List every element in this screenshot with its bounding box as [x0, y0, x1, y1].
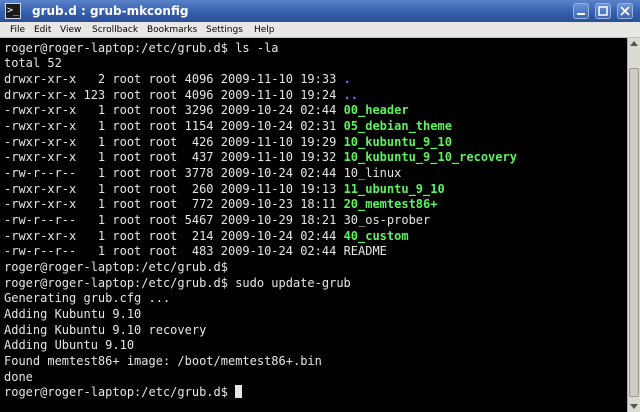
listing-filename: 20_memtest86+	[343, 197, 438, 211]
konsole-window: >_ grub.d : grub-mkconfig File Edit View…	[0, 0, 640, 412]
listing-meta: -rw-r--r-- 1 root root 483 2009-10-24 02…	[4, 244, 344, 258]
listing-filename: 10_kubuntu_9_10	[343, 135, 452, 149]
output-line: done	[4, 370, 33, 384]
output-line: Adding Ubuntu 9.10	[4, 338, 135, 352]
close-icon	[620, 6, 630, 16]
listing-meta: -rwxr-xr-x 1 root root 437 2009-11-10 19…	[4, 150, 344, 164]
scroll-up-arrow-icon[interactable]	[628, 38, 640, 50]
output-line: Generating grub.cfg ...	[4, 291, 171, 305]
minimize-icon	[577, 13, 585, 15]
terminal-output[interactable]: roger@roger-laptop:/etc/grub.d$ ls -la t…	[0, 38, 627, 412]
listing-meta: -rwxr-xr-x 1 root root 260 2009-11-10 19…	[4, 182, 344, 196]
menu-edit[interactable]: Edit	[34, 22, 51, 38]
listing-meta: drwxr-xr-x 123 root root 4096 2009-11-10…	[4, 88, 344, 102]
listing-meta: -rwxr-xr-x 1 root root 214 2009-10-24 02…	[4, 229, 344, 243]
output-line: Adding Kubuntu 9.10	[4, 307, 142, 321]
listing-row: -rw-r--r-- 1 root root 3778 2009-10-24 0…	[4, 165, 401, 181]
listing-row: -rwxr-xr-x 1 root root 260 2009-11-10 19…	[4, 181, 445, 197]
listing-row: drwxr-xr-x 123 root root 4096 2009-11-10…	[4, 87, 358, 103]
scroll-track[interactable]	[629, 51, 639, 397]
output-line: Found memtest86+ image: /boot/memtest86+…	[4, 354, 322, 368]
menu-settings[interactable]: Settings	[206, 22, 243, 38]
minimize-button[interactable]	[573, 3, 589, 19]
listing-row: -rwxr-xr-x 1 root root 437 2009-11-10 19…	[4, 149, 517, 165]
listing-row: -rwxr-xr-x 1 root root 772 2009-10-23 18…	[4, 196, 437, 212]
menu-bookmarks[interactable]: Bookmarks	[147, 22, 197, 38]
listing-filename: 30_os-prober	[343, 213, 431, 227]
maximize-icon	[598, 6, 608, 16]
menu-file[interactable]: File	[10, 22, 25, 38]
vertical-scrollbar[interactable]	[627, 38, 640, 412]
listing-row: drwxr-xr-x 2 root root 4096 2009-11-10 1…	[4, 71, 351, 87]
listing-row: -rw-r--r-- 1 root root 483 2009-10-24 02…	[4, 243, 387, 259]
listing-filename: .	[343, 72, 351, 86]
listing-meta: -rw-r--r-- 1 root root 3778 2009-10-24 0…	[4, 166, 344, 180]
listing-row: -rwxr-xr-x 1 root root 1154 2009-10-24 0…	[4, 118, 452, 134]
listing-filename: 05_debian_theme	[343, 119, 452, 133]
terminal-app-icon[interactable]: >_	[5, 3, 21, 19]
menu-view[interactable]: View	[60, 22, 81, 38]
title-bar[interactable]: >_ grub.d : grub-mkconfig	[0, 0, 640, 22]
listing-row: -rwxr-xr-x 1 root root 426 2009-11-10 19…	[4, 134, 452, 150]
listing-filename: README	[343, 244, 387, 258]
current-prompt: roger@roger-laptop:/etc/grub.d$	[4, 385, 236, 399]
window-title: grub.d : grub-mkconfig	[32, 4, 189, 18]
listing-meta: -rwxr-xr-x 1 root root 426 2009-11-10 19…	[4, 135, 344, 149]
listing-meta: -rwxr-xr-x 1 root root 3296 2009-10-24 0…	[4, 103, 344, 117]
command-line-ls: roger@roger-laptop:/etc/grub.d$ ls -la	[4, 41, 279, 55]
close-button[interactable]	[617, 3, 633, 19]
listing-filename: 10_linux	[343, 166, 402, 180]
listing-row: -rw-r--r-- 1 root root 5467 2009-10-29 1…	[4, 212, 430, 228]
listing-filename: 11_ubuntu_9_10	[343, 182, 445, 196]
listing-meta: -rwxr-xr-x 1 root root 1154 2009-10-24 0…	[4, 119, 344, 133]
menu-bar: File Edit View Scrollback Bookmarks Sett…	[0, 22, 640, 38]
total-line: total 52	[4, 56, 62, 70]
listing-filename: 00_header	[343, 103, 409, 117]
listing-filename: ..	[343, 88, 359, 102]
listing-meta: -rw-r--r-- 1 root root 5467 2009-10-29 1…	[4, 213, 344, 227]
listing-row: -rwxr-xr-x 1 root root 3296 2009-10-24 0…	[4, 102, 409, 118]
maximize-button[interactable]	[595, 3, 611, 19]
listing-meta: -rwxr-xr-x 1 root root 772 2009-10-23 18…	[4, 197, 344, 211]
listing-filename: 10_kubuntu_9_10_recovery	[343, 150, 517, 164]
text-cursor	[235, 385, 243, 398]
menu-scrollback[interactable]: Scrollback	[92, 22, 138, 38]
current-prompt-line[interactable]: roger@roger-laptop:/etc/grub.d$	[4, 384, 243, 400]
menu-help[interactable]: Help	[254, 22, 275, 38]
output-line: Adding Kubuntu 9.10 recovery	[4, 323, 207, 337]
command-line-update-grub: roger@roger-laptop:/etc/grub.d$ sudo upd…	[4, 276, 351, 290]
prompt-line: roger@roger-laptop:/etc/grub.d$	[4, 260, 228, 274]
scroll-thumb[interactable]	[629, 68, 639, 397]
listing-row: -rwxr-xr-x 1 root root 214 2009-10-24 02…	[4, 228, 409, 244]
listing-filename: 40_custom	[343, 229, 409, 243]
scroll-down-arrow-icon[interactable]	[628, 400, 640, 412]
listing-meta: drwxr-xr-x 2 root root 4096 2009-11-10 1…	[4, 72, 344, 86]
